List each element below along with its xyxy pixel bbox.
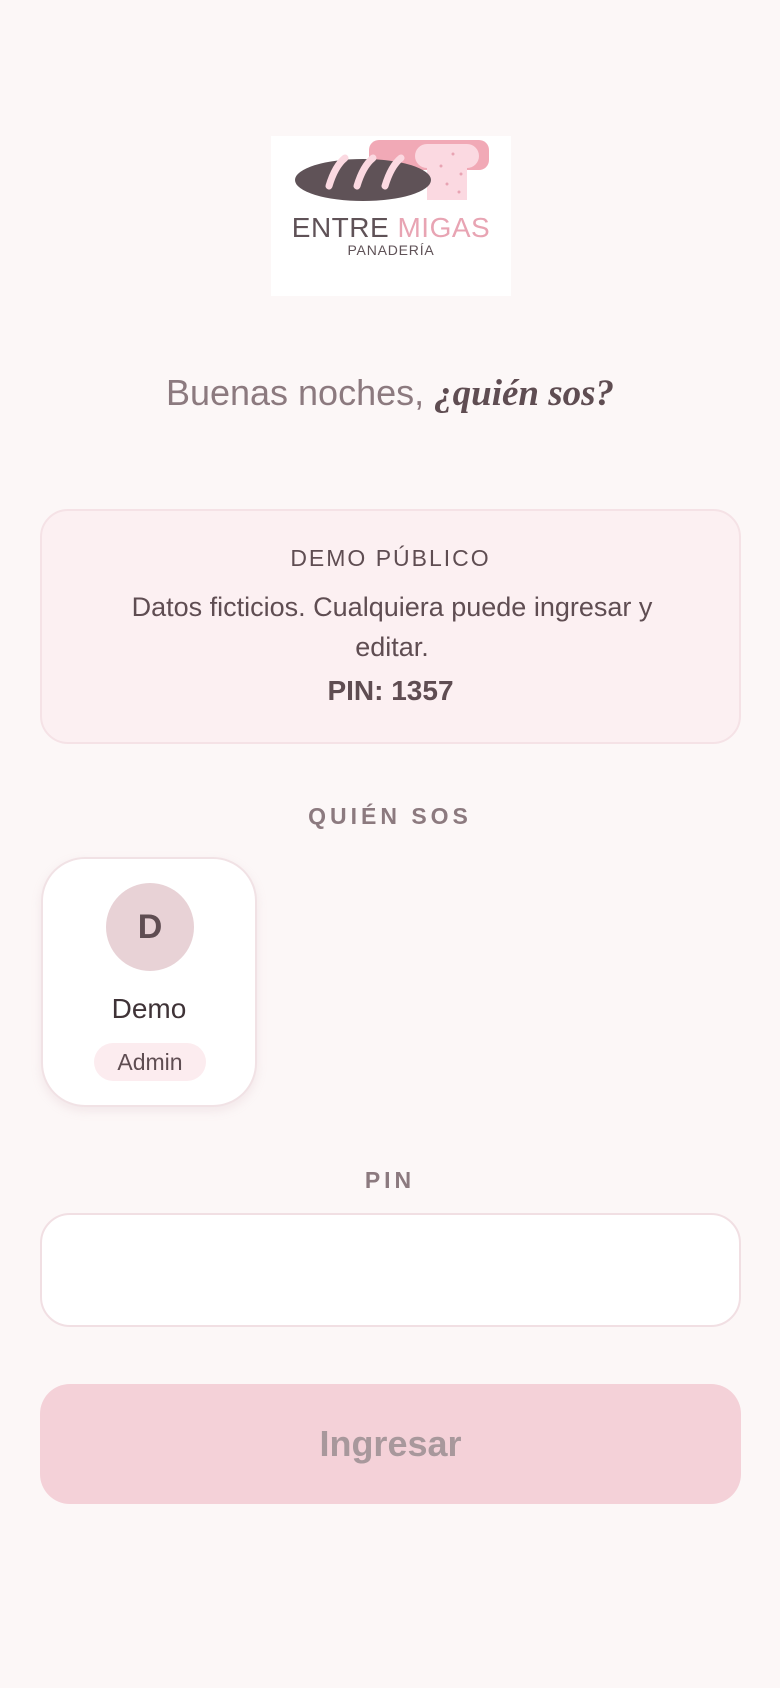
brand-subtitle: PANADERÍA (347, 242, 435, 258)
greeting-heading: Buenas noches, ¿quién sos? (0, 372, 780, 415)
user-card-demo[interactable]: D Demo Admin (41, 857, 257, 1107)
pin-input[interactable] (40, 1213, 741, 1327)
brand-name: ENTRE MIGAS (291, 212, 491, 243)
demo-notice-pin: PIN: 1357 (327, 675, 454, 706)
pin-label: PIN (364, 1167, 416, 1193)
bread-loaf-icon (295, 140, 489, 201)
demo-notice-title: DEMO PÚBLICO (290, 545, 491, 571)
greeting-prefix: Buenas noches, (165, 372, 425, 413)
who-section-label: QUIÉN SOS (308, 803, 472, 829)
demo-notice-text: Datos ficticios. Cualquiera puede ingres… (131, 592, 653, 662)
brand-logo: ENTRE MIGAS PANADERÍA (271, 136, 511, 296)
login-screen: ENTRE MIGAS PANADERÍA Buenas noches, ¿qu… (0, 0, 780, 1688)
demo-notice-card: DEMO PÚBLICO Datos ficticios. Cualquiera… (40, 509, 741, 744)
login-button[interactable]: Ingresar (40, 1384, 741, 1504)
user-name: Demo (111, 993, 187, 1024)
role-badge: Admin (94, 1043, 206, 1081)
avatar: D (106, 883, 194, 971)
greeting-question: ¿quién sos? (434, 373, 615, 414)
